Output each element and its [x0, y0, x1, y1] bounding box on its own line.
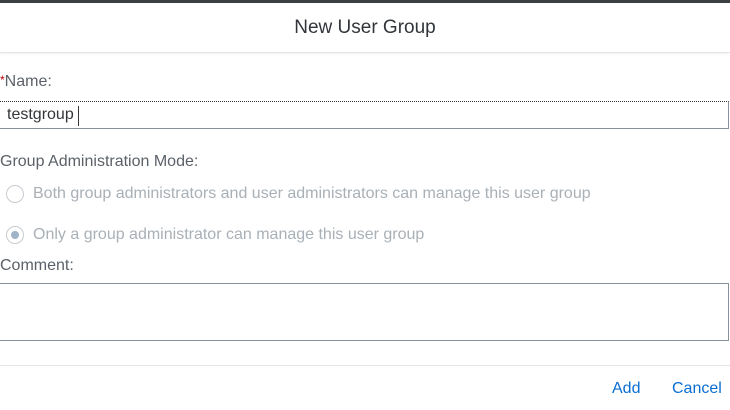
add-button[interactable]: Add — [612, 380, 640, 398]
radio-selected-dot — [11, 231, 19, 239]
cancel-button[interactable]: Cancel — [672, 380, 722, 398]
radio-button-unselected[interactable] — [6, 185, 24, 203]
dialog-header: New User Group — [0, 3, 730, 53]
dialog-footer: Add Cancel — [0, 365, 730, 410]
admin-mode-option-both[interactable]: Both group administrators and user admin… — [6, 185, 591, 203]
comment-label: Comment: — [0, 257, 74, 274]
admin-mode-label: Group Administration Mode: — [0, 153, 199, 170]
name-label: Name: — [4, 73, 52, 90]
name-input[interactable] — [0, 101, 729, 129]
name-label-row: *Name: — [0, 73, 52, 91]
required-marker: * — [0, 73, 5, 87]
admin-mode-option-both-label: Both group administrators and user admin… — [33, 185, 591, 202]
radio-button-selected[interactable] — [6, 226, 24, 244]
admin-mode-option-group-only-label: Only a group administrator can manage th… — [33, 226, 425, 243]
comment-textarea[interactable] — [0, 283, 729, 341]
admin-mode-option-group-only[interactable]: Only a group administrator can manage th… — [6, 226, 424, 244]
text-cursor — [78, 106, 79, 126]
dialog-title: New User Group — [294, 16, 436, 38]
new-user-group-dialog: New User Group *Name: Group Administrati… — [0, 0, 730, 410]
